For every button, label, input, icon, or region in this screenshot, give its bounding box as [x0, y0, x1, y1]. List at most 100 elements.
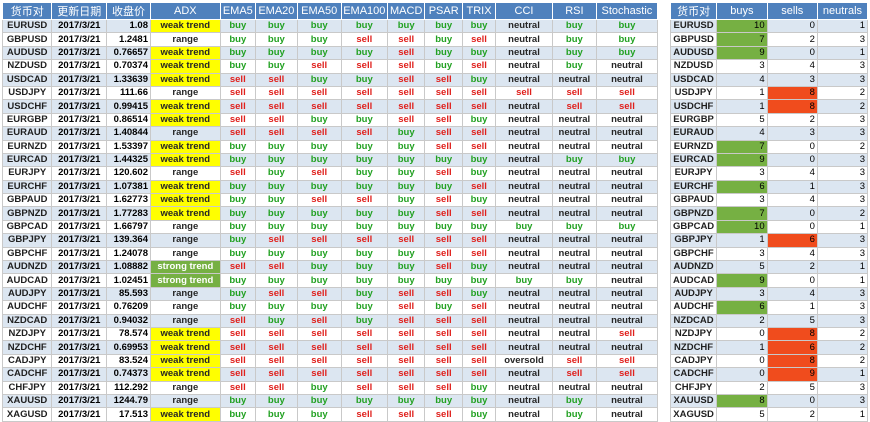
table-cell[interactable]: neutral — [595, 72, 659, 87]
table-cell[interactable]: sell — [340, 340, 388, 355]
table-cell[interactable]: sell — [296, 166, 342, 181]
table-cell[interactable]: 139.364 — [106, 233, 151, 248]
table-cell[interactable]: sell — [254, 286, 298, 302]
summary-cell[interactable]: 3 — [816, 126, 869, 141]
table-cell[interactable]: sell — [595, 85, 659, 101]
table-cell[interactable]: GBPUSD — [1, 32, 53, 47]
table-cell[interactable]: buy — [296, 393, 342, 409]
table-cell[interactable]: sell — [386, 300, 426, 315]
table-cell[interactable]: buy — [340, 260, 388, 275]
table-cell[interactable]: buy — [219, 393, 256, 409]
table-cell[interactable]: buy — [495, 273, 553, 288]
table-cell[interactable]: buy — [340, 219, 388, 235]
table-cell[interactable]: neutral — [551, 72, 597, 87]
table-cell[interactable]: sell — [424, 139, 463, 154]
summary-cell[interactable]: 7 — [716, 32, 768, 47]
table-cell[interactable]: buy — [595, 18, 659, 34]
table-cell[interactable]: buy — [595, 45, 659, 61]
table-cell[interactable]: neutral — [495, 407, 553, 422]
table-cell[interactable]: sell — [340, 85, 388, 101]
table-cell[interactable]: buy — [551, 219, 597, 235]
table-cell[interactable]: neutral — [595, 112, 659, 128]
table-cell[interactable]: buy — [551, 18, 597, 34]
table-cell[interactable]: sell — [340, 233, 388, 248]
table-cell[interactable]: weak trend — [150, 72, 221, 87]
summary-cell[interactable]: 1 — [816, 18, 869, 34]
table-cell[interactable]: buy — [219, 45, 256, 61]
table-cell[interactable]: 1.62773 — [106, 193, 151, 208]
table-cell[interactable]: buy — [595, 32, 659, 47]
summary-cell[interactable]: AUDUSD — [669, 45, 718, 61]
table-cell[interactable]: neutral — [495, 45, 553, 61]
table-cell[interactable]: buy — [254, 45, 298, 61]
table-cell[interactable]: EURCAD — [1, 152, 53, 168]
summary-cell[interactable]: 3 — [816, 193, 869, 208]
table-cell[interactable]: buy — [219, 193, 256, 208]
table-cell[interactable]: range — [150, 126, 221, 141]
summary-cell[interactable]: 2 — [766, 407, 818, 422]
table-cell[interactable]: neutral — [551, 193, 597, 208]
table-cell[interactable]: buy — [424, 152, 463, 168]
summary-cell[interactable]: EURJPY — [669, 166, 718, 181]
table-cell[interactable]: buy — [461, 393, 497, 409]
summary-cell[interactable]: 3 — [816, 112, 869, 128]
table-cell[interactable]: buy — [254, 59, 298, 74]
table-cell[interactable]: sell — [461, 126, 497, 141]
summary-cell[interactable]: USDCHF — [669, 99, 718, 114]
table-cell[interactable]: buy — [296, 179, 342, 195]
table-cell[interactable]: weak trend — [150, 99, 221, 114]
summary-cell[interactable]: 2 — [816, 85, 869, 101]
table-cell[interactable]: buy — [386, 166, 426, 181]
table-cell[interactable]: buy — [219, 206, 256, 221]
table-cell[interactable]: 2017/3/21 — [51, 99, 108, 114]
table-cell[interactable]: sell — [254, 72, 298, 87]
table-cell[interactable]: buy — [219, 233, 256, 248]
table-cell[interactable]: sell — [254, 260, 298, 275]
table-cell[interactable]: sell — [386, 85, 426, 101]
summary-cell[interactable]: 3 — [816, 393, 869, 409]
summary-cell[interactable]: EURNZD — [669, 139, 718, 154]
table-cell[interactable]: sell — [495, 85, 553, 101]
table-cell[interactable]: sell — [424, 112, 463, 128]
table-cell[interactable]: 2017/3/21 — [51, 112, 108, 128]
table-cell[interactable]: buy — [254, 407, 298, 422]
table-cell[interactable]: range — [150, 166, 221, 181]
table-cell[interactable]: neutral — [495, 340, 553, 355]
table-cell[interactable]: sell — [254, 367, 298, 382]
table-cell[interactable]: sell — [424, 407, 463, 422]
table-cell[interactable]: weak trend — [150, 45, 221, 61]
summary-cell[interactable]: EURUSD — [669, 18, 718, 34]
table-cell[interactable]: NZDJPY — [1, 326, 53, 342]
summary-cell[interactable]: USDCAD — [669, 72, 718, 87]
table-cell[interactable]: buy — [296, 407, 342, 422]
table-cell[interactable]: neutral — [595, 300, 659, 315]
summary-cell[interactable]: 3 — [816, 166, 869, 181]
table-cell[interactable]: buy — [254, 32, 298, 47]
table-cell[interactable]: strong trend — [150, 273, 221, 288]
table-cell[interactable]: sell — [424, 260, 463, 275]
summary-cell[interactable]: AUDNZD — [669, 260, 718, 275]
summary-cell[interactable]: 3 — [816, 300, 869, 315]
summary-cell[interactable]: 8 — [766, 99, 818, 114]
table-cell[interactable]: 0.86514 — [106, 112, 151, 128]
table-cell[interactable]: sell — [424, 233, 463, 248]
table-cell[interactable]: buy — [254, 206, 298, 221]
summary-cell[interactable]: 4 — [716, 72, 768, 87]
table-cell[interactable]: sell — [340, 99, 388, 114]
table-cell[interactable]: AUDJPY — [1, 286, 53, 302]
table-cell[interactable]: sell — [254, 85, 298, 101]
table-cell[interactable]: weak trend — [150, 152, 221, 168]
table-cell[interactable]: sell — [340, 353, 388, 369]
summary-cell[interactable]: AUDCHF — [669, 300, 718, 315]
table-cell[interactable]: buy — [219, 139, 256, 154]
table-cell[interactable]: buy — [219, 286, 256, 302]
table-cell[interactable]: 83.524 — [106, 353, 151, 369]
summary-cell[interactable]: 6 — [766, 233, 818, 248]
summary-column-header[interactable]: sells — [766, 2, 818, 20]
table-cell[interactable]: neutral — [595, 166, 659, 181]
summary-cell[interactable]: 3 — [716, 166, 768, 181]
summary-cell[interactable]: NZDUSD — [669, 59, 718, 74]
summary-cell[interactable]: 7 — [716, 139, 768, 154]
table-cell[interactable]: buy — [296, 380, 342, 395]
table-cell[interactable]: neutral — [551, 206, 597, 221]
